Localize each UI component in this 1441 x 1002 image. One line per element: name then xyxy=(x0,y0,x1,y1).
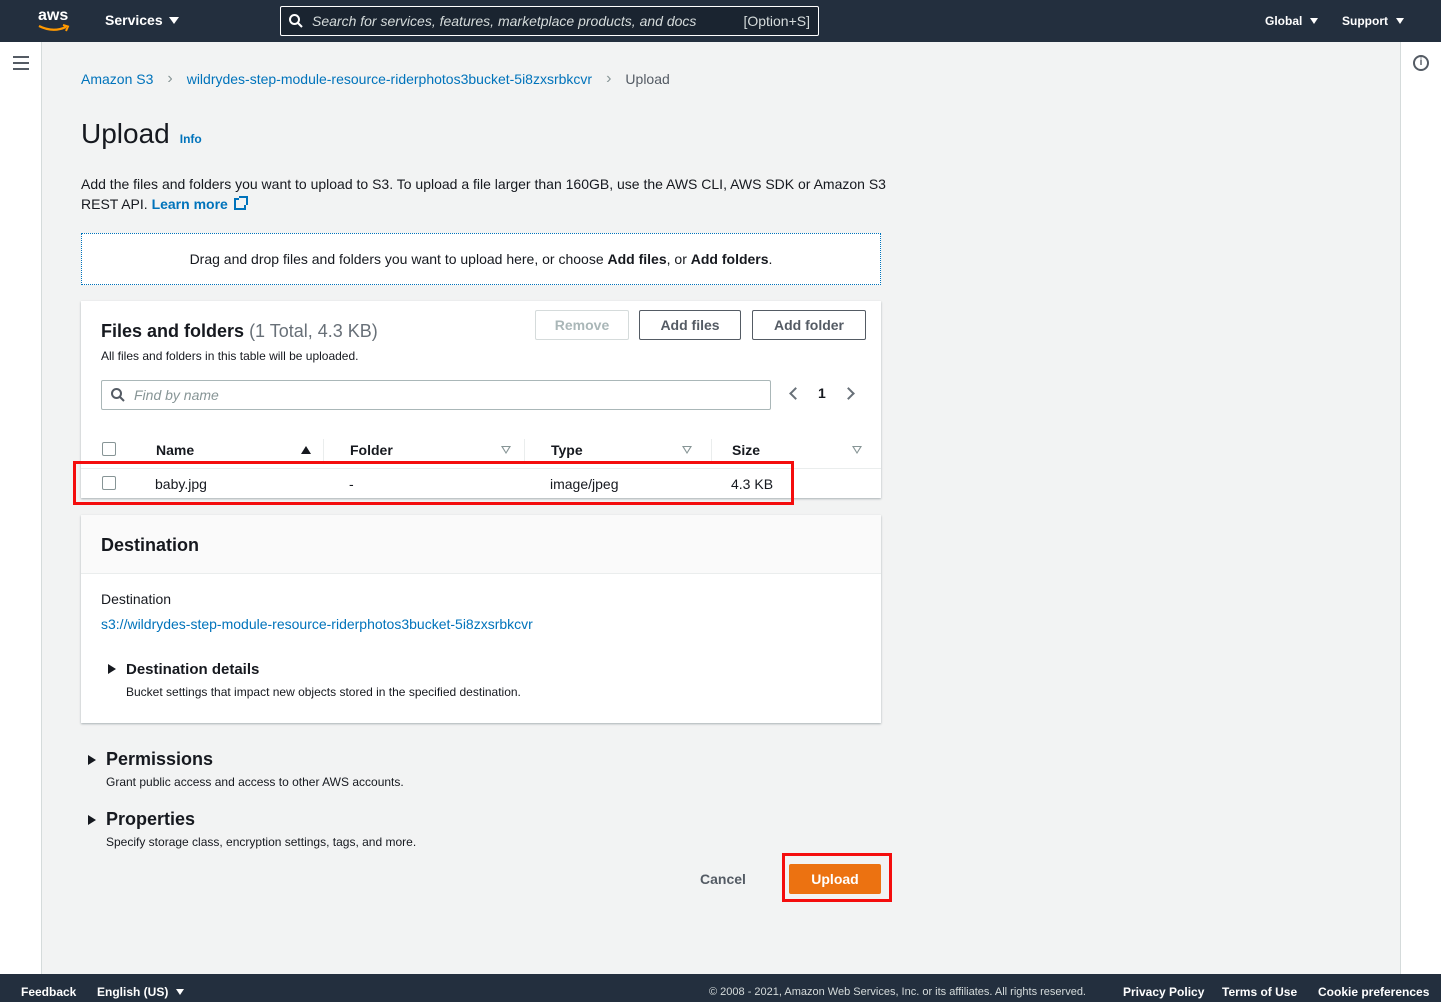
search-shortcut: [Option+S] xyxy=(743,13,810,29)
add-folder-button[interactable]: Add folder xyxy=(752,310,866,340)
search-icon xyxy=(111,388,125,402)
page-title-text: Upload xyxy=(81,118,170,149)
filter-placeholder: Find by name xyxy=(134,387,219,403)
destination-panel: Destination Destination s3://wildrydes-s… xyxy=(81,515,881,723)
region-menu[interactable]: Global xyxy=(1265,14,1319,28)
aws-smile-icon xyxy=(38,24,70,32)
aws-logo[interactable]: aws xyxy=(38,8,74,34)
sort-ascending-icon xyxy=(301,446,311,454)
learn-more-label: Learn more xyxy=(151,196,228,212)
language-label: English (US) xyxy=(97,985,169,999)
column-header-label: Folder xyxy=(350,442,393,458)
find-by-name-input[interactable]: Find by name xyxy=(101,380,771,410)
search-icon xyxy=(289,14,303,28)
services-label: Services xyxy=(105,12,163,28)
feedback-link[interactable]: Feedback xyxy=(21,985,76,999)
files-count: (1 Total, 4.3 KB) xyxy=(249,321,378,341)
caret-down-icon xyxy=(1396,18,1404,24)
dropzone-middle: , or xyxy=(666,251,687,267)
top-navigation: aws Services Search for services, featur… xyxy=(0,0,1441,42)
files-panel-title-text: Files and folders xyxy=(101,321,245,341)
breadcrumb-bucket[interactable]: wildrydes-step-module-resource-riderphot… xyxy=(187,71,592,87)
caret-down-icon xyxy=(168,16,179,24)
info-icon[interactable]: i xyxy=(1413,55,1429,71)
sort-icon xyxy=(501,446,511,454)
caret-right-icon[interactable] xyxy=(108,664,116,674)
learn-more-link[interactable]: Learn more xyxy=(151,196,248,212)
column-header-label: Type xyxy=(551,442,583,458)
select-all-checkbox[interactable] xyxy=(102,442,116,456)
destination-details-description: Bucket settings that impact new objects … xyxy=(126,685,521,699)
copyright-text: © 2008 - 2021, Amazon Web Services, Inc.… xyxy=(709,986,1086,998)
breadcrumb-amazon-s3[interactable]: Amazon S3 xyxy=(81,71,153,87)
chevron-right-icon: › xyxy=(606,70,612,87)
menu-icon[interactable] xyxy=(13,56,29,74)
file-dropzone[interactable]: Drag and drop files and folders you want… xyxy=(81,233,881,285)
properties-toggle[interactable]: Properties xyxy=(106,809,195,830)
add-files-button[interactable]: Add files xyxy=(639,310,741,340)
chevron-right-icon[interactable] xyxy=(841,386,855,400)
files-panel-subtitle: All files and folders in this table will… xyxy=(101,349,359,363)
left-navigation-rail xyxy=(0,42,42,974)
pagination: 1 xyxy=(789,385,855,401)
column-header-label: Name xyxy=(156,442,195,458)
sort-icon xyxy=(852,446,862,454)
remove-button[interactable]: Remove xyxy=(535,310,629,340)
support-label: Support xyxy=(1342,14,1388,28)
right-tools-rail: i xyxy=(1400,42,1441,974)
terms-of-use-link[interactable]: Terms of Use xyxy=(1222,985,1297,999)
cancel-button[interactable]: Cancel xyxy=(700,871,746,887)
support-menu[interactable]: Support xyxy=(1342,14,1404,28)
destination-details-toggle[interactable]: Destination details xyxy=(126,661,259,678)
privacy-policy-link[interactable]: Privacy Policy xyxy=(1123,985,1204,999)
caret-right-icon[interactable] xyxy=(88,815,96,825)
dropzone-suffix: . xyxy=(768,251,773,267)
page-title: Upload Info xyxy=(81,118,202,150)
sort-icon xyxy=(682,446,692,454)
chevron-left-icon[interactable] xyxy=(789,386,802,400)
caret-down-icon xyxy=(176,989,185,995)
files-panel-title: Files and folders (1 Total, 4.3 KB) xyxy=(101,321,378,342)
external-link-icon xyxy=(233,196,248,210)
chevron-right-icon: › xyxy=(167,70,173,87)
dropzone-prefix: Drag and drop files and folders you want… xyxy=(189,251,604,267)
page-description: Add the files and folders you want to up… xyxy=(81,174,891,214)
properties-description: Specify storage class, encryption settin… xyxy=(106,835,417,849)
breadcrumb-current: Upload xyxy=(625,71,670,87)
info-link[interactable]: Info xyxy=(180,132,202,146)
page-number[interactable]: 1 xyxy=(818,385,826,401)
dropzone-add-files: Add files xyxy=(607,251,667,267)
caret-right-icon[interactable] xyxy=(88,755,96,765)
aws-logo-text: aws xyxy=(38,7,69,24)
cookie-preferences-link[interactable]: Cookie preferences xyxy=(1318,985,1429,999)
footer: Feedback English (US) © 2008 - 2021, Ama… xyxy=(0,974,1441,1002)
destination-uri-link[interactable]: s3://wildrydes-step-module-resource-ride… xyxy=(101,616,533,632)
upload-highlight-box xyxy=(782,853,892,902)
global-search-input[interactable]: Search for services, features, marketpla… xyxy=(280,6,819,36)
permissions-description: Grant public access and access to other … xyxy=(106,775,404,789)
permissions-toggle[interactable]: Permissions xyxy=(106,749,213,770)
caret-down-icon xyxy=(1310,18,1319,24)
column-header-label: Size xyxy=(732,442,761,458)
row-highlight-box xyxy=(73,461,794,505)
search-placeholder: Search for services, features, marketpla… xyxy=(312,13,697,29)
dropzone-add-folders: Add folders xyxy=(690,251,769,267)
breadcrumb: Amazon S3 › wildrydes-step-module-resour… xyxy=(81,70,670,88)
destination-header: Destination xyxy=(81,515,881,574)
services-menu[interactable]: Services xyxy=(105,12,179,28)
destination-label: Destination xyxy=(101,591,172,607)
region-label: Global xyxy=(1265,14,1303,28)
destination-title: Destination xyxy=(101,535,200,555)
language-selector[interactable]: English (US) xyxy=(97,985,185,999)
